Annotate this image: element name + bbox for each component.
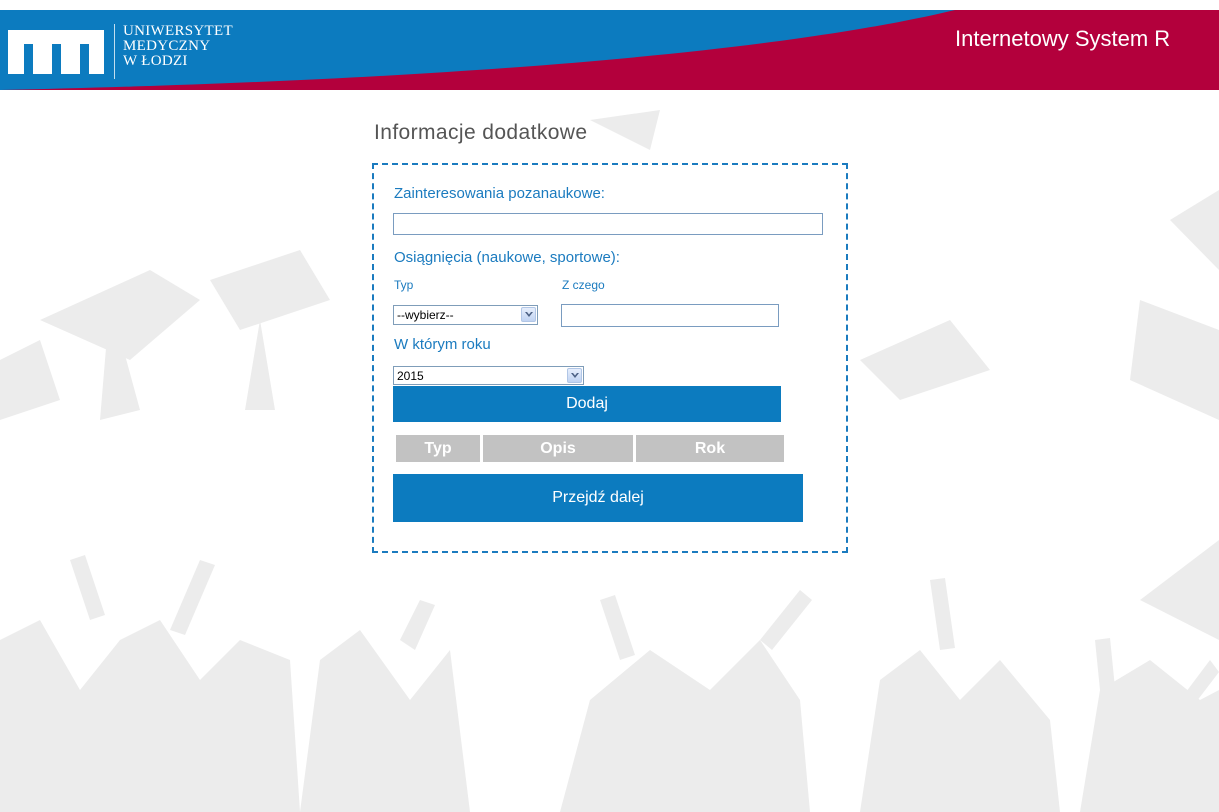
- table-header-type: Typ: [396, 435, 480, 462]
- university-name: UNIWERSYTET MEDYCZNY W ŁODZI: [123, 24, 233, 69]
- chevron-down-icon[interactable]: [567, 368, 582, 383]
- from-what-input[interactable]: [561, 304, 779, 327]
- university-name-line-2: MEDYCZNY: [123, 38, 211, 54]
- type-select-value: --wybierz--: [397, 308, 454, 322]
- logo-divider: [114, 24, 115, 79]
- add-button[interactable]: Dodaj: [393, 386, 781, 422]
- table-header-year: Rok: [636, 435, 784, 462]
- next-button[interactable]: Przejdź dalej: [393, 474, 803, 522]
- university-logo-icon: [8, 30, 104, 74]
- page-title: Informacje dodatkowe: [374, 121, 588, 144]
- university-name-line-1: UNIWERSYTET: [123, 23, 233, 39]
- university-name-line-3: W ŁODZI: [123, 53, 188, 69]
- type-select[interactable]: --wybierz--: [393, 305, 538, 325]
- year-label: W którym roku: [394, 336, 491, 353]
- chevron-down-icon[interactable]: [521, 307, 536, 322]
- year-select[interactable]: 2015: [393, 366, 584, 385]
- additional-info-form: Zainteresowania pozanaukowe: Osiągnięcia…: [372, 163, 848, 553]
- achievements-label: Osiągnięcia (naukowe, sportowe):: [394, 249, 620, 266]
- hobbies-label: Zainteresowania pozanaukowe:: [394, 185, 605, 202]
- year-select-value: 2015: [397, 369, 424, 383]
- system-title: Internetowy System R: [955, 26, 1171, 51]
- hobbies-input[interactable]: [393, 213, 823, 235]
- type-label: Typ: [394, 278, 414, 292]
- from-what-label: Z czego: [562, 278, 605, 292]
- site-header: UNIWERSYTET MEDYCZNY W ŁODZI Internetowy…: [0, 10, 1219, 90]
- table-header-description: Opis: [483, 435, 633, 462]
